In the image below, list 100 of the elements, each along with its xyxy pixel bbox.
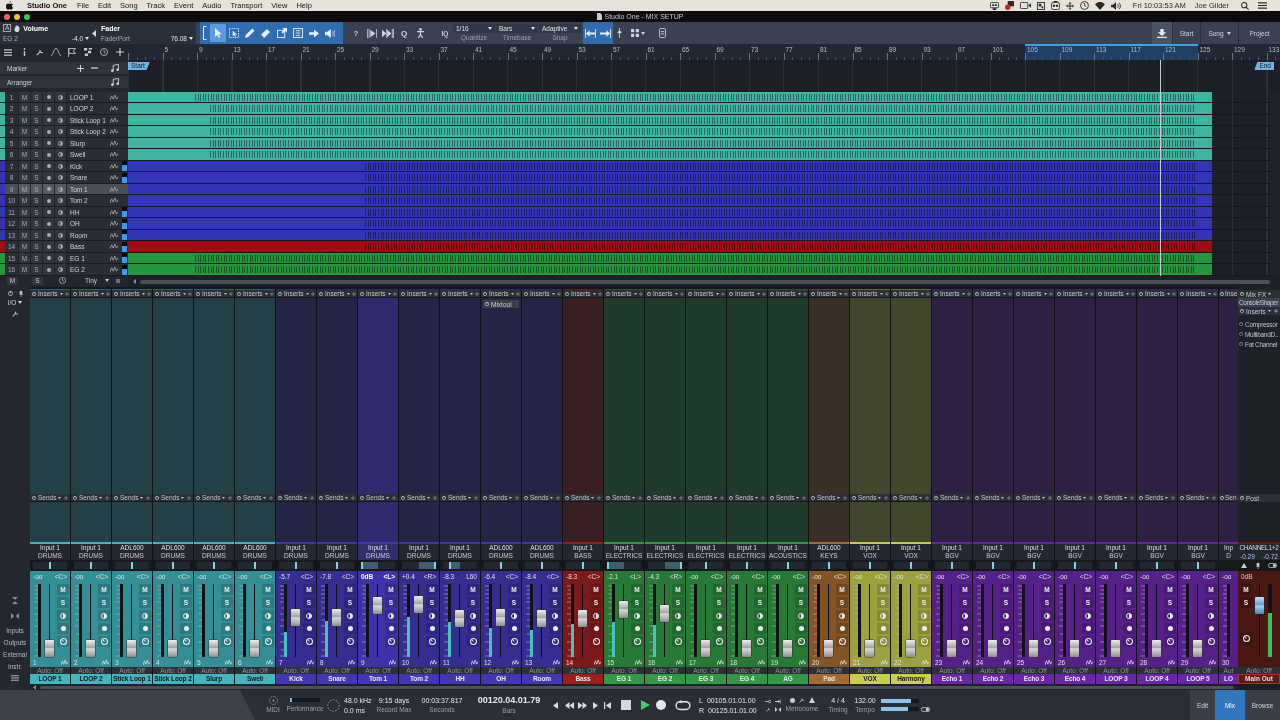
power-icon[interactable] xyxy=(1098,291,1102,296)
caret-down-icon[interactable] xyxy=(387,292,391,295)
power-icon[interactable] xyxy=(237,291,241,296)
caret-down-icon[interactable] xyxy=(641,31,645,35)
caret-down-icon[interactable] xyxy=(632,496,636,499)
power-icon[interactable] xyxy=(1139,495,1143,500)
pan-slider[interactable] xyxy=(1017,562,1051,569)
monitor-button[interactable] xyxy=(672,610,684,621)
pan-slider[interactable] xyxy=(238,562,272,569)
fader-handle[interactable] xyxy=(660,604,669,622)
pan-slider[interactable] xyxy=(730,562,764,569)
record-arm-button[interactable] xyxy=(1082,623,1094,634)
pan-slider[interactable] xyxy=(484,562,518,569)
record-arm-button[interactable] xyxy=(1041,623,1053,634)
grid-icon[interactable] xyxy=(631,29,639,37)
monitor-button[interactable] xyxy=(55,115,67,125)
power-icon[interactable] xyxy=(1139,291,1143,296)
record-arm-button[interactable] xyxy=(590,623,602,634)
connector-icon[interactable] xyxy=(765,698,771,704)
record-arm-button[interactable] xyxy=(672,623,684,634)
power-icon[interactable] xyxy=(401,291,405,296)
fader-track[interactable] xyxy=(167,584,178,657)
caret-down-icon[interactable] xyxy=(140,496,144,499)
pan-slider[interactable] xyxy=(320,562,354,569)
fader-handle[interactable] xyxy=(783,640,792,657)
caret-down-icon[interactable] xyxy=(427,496,431,499)
caret-down-icon[interactable] xyxy=(673,496,677,499)
fader-track[interactable] xyxy=(44,584,55,657)
wrench-icon[interactable] xyxy=(11,309,19,317)
plus-icon[interactable] xyxy=(116,48,124,56)
automation-button[interactable] xyxy=(508,636,520,647)
fader-handle[interactable] xyxy=(373,597,382,615)
pan-slider[interactable] xyxy=(197,562,231,569)
record-arm-button[interactable] xyxy=(1164,623,1176,634)
monitor-button[interactable] xyxy=(959,610,971,621)
automation-button[interactable] xyxy=(590,636,602,647)
monitor-button[interactable] xyxy=(55,184,67,194)
power-icon[interactable] xyxy=(606,495,610,500)
play-bars-icon[interactable] xyxy=(367,28,377,38)
caret-down-icon[interactable] xyxy=(838,292,842,295)
quantize-button[interactable]: Q xyxy=(400,28,408,38)
arrow-to-line-icon[interactable] xyxy=(600,28,611,38)
caret-down-icon[interactable] xyxy=(223,292,227,295)
caret-down-icon[interactable] xyxy=(1083,496,1087,499)
fader-handle[interactable] xyxy=(824,640,833,657)
fader-track[interactable] xyxy=(495,584,506,657)
power-icon[interactable] xyxy=(934,291,938,296)
monitor-button[interactable] xyxy=(467,610,479,621)
automation-button[interactable] xyxy=(1082,636,1094,647)
fader-handle[interactable] xyxy=(865,640,874,657)
power-icon[interactable] xyxy=(565,495,569,500)
monitor-button[interactable] xyxy=(1082,610,1094,621)
caret-down-icon[interactable] xyxy=(1207,292,1211,295)
power-icon[interactable] xyxy=(360,495,364,500)
pin-icon[interactable] xyxy=(18,290,23,297)
fader-track[interactable] xyxy=(987,584,998,657)
fader-handle[interactable] xyxy=(168,640,177,657)
inward-arrows-icon[interactable] xyxy=(774,706,781,712)
power-icon[interactable] xyxy=(1240,292,1244,296)
power-icon[interactable] xyxy=(647,291,651,296)
fader-handle[interactable] xyxy=(45,640,54,657)
record-arm-button[interactable] xyxy=(344,623,356,634)
monitor-button[interactable] xyxy=(55,126,67,137)
skip-to-start-icon[interactable] xyxy=(603,701,611,709)
rewind-icon[interactable] xyxy=(564,701,574,709)
caret-down-icon[interactable] xyxy=(879,292,883,295)
automation-button[interactable] xyxy=(303,636,315,647)
fader-track[interactable] xyxy=(823,584,834,657)
inward-arrows-icon[interactable] xyxy=(11,613,19,619)
automation-button[interactable] xyxy=(1000,636,1012,647)
fader-handle[interactable] xyxy=(1070,640,1079,657)
fader-handle[interactable] xyxy=(250,640,259,657)
automation-button[interactable] xyxy=(836,636,848,647)
pan-slider[interactable] xyxy=(1181,562,1215,569)
curve-icon[interactable] xyxy=(51,48,61,56)
record-arm-button[interactable] xyxy=(43,103,55,114)
fader-handle[interactable] xyxy=(1111,640,1120,657)
caret-down-icon[interactable] xyxy=(510,292,514,295)
fader-handle[interactable] xyxy=(988,640,997,657)
caret-down-icon[interactable] xyxy=(878,496,882,499)
fader-handle[interactable] xyxy=(701,640,710,657)
record-arm-button[interactable] xyxy=(795,623,807,634)
move-icon[interactable] xyxy=(1065,1,1074,10)
automation-button[interactable] xyxy=(344,636,356,647)
power-icon[interactable] xyxy=(319,495,323,500)
fader-handle[interactable] xyxy=(947,640,956,657)
monitor-button[interactable] xyxy=(303,610,315,621)
fader-handle[interactable] xyxy=(619,601,628,619)
power-icon[interactable] xyxy=(237,495,241,500)
power-icon[interactable] xyxy=(360,291,364,296)
caret-down-icon[interactable] xyxy=(715,292,719,295)
info-icon[interactable] xyxy=(22,48,26,56)
caret-down-icon[interactable] xyxy=(1001,496,1005,499)
caret-down-icon[interactable] xyxy=(386,496,390,499)
record-arm-button[interactable] xyxy=(754,623,766,634)
fader-track[interactable] xyxy=(290,584,301,657)
power-icon[interactable] xyxy=(893,291,897,296)
power-icon[interactable] xyxy=(1240,496,1244,500)
fader-track[interactable] xyxy=(1069,584,1080,657)
minimize-button[interactable] xyxy=(14,13,20,20)
